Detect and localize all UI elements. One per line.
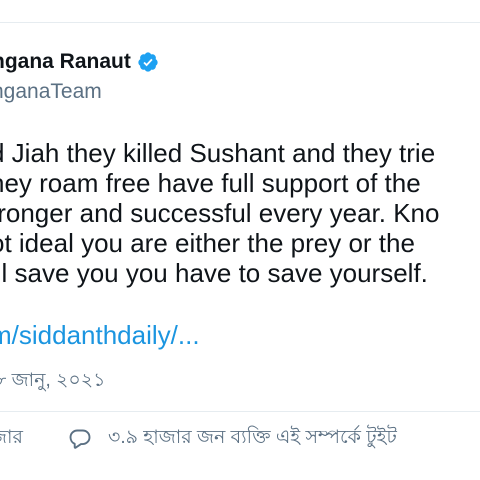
reply-bubble-icon[interactable] (68, 427, 92, 451)
tweet-text-line: tronger and successful every year. Kno (0, 198, 440, 228)
tweet-card: ngana Ranaut nganaTeam d Jiah they kille… (0, 0, 480, 480)
author-name-row[interactable]: ngana Ranaut (0, 50, 159, 74)
tweet-text-line: hey roam free have full support of the (0, 168, 421, 198)
like-count-label[interactable]: জার (0, 423, 40, 455)
tweet-link[interactable]: m/siddanthdaily/... (0, 320, 200, 350)
tweet-text-line: ill save you you have to save yourself. (0, 258, 428, 288)
divider (0, 411, 480, 412)
tweet-timestamp[interactable]: ৮ জানু, ২০২১ (0, 366, 105, 398)
tweet-text-line: d Jiah they killed Sushant and they trie (0, 138, 436, 168)
author-display-name[interactable]: ngana Ranaut (0, 50, 131, 74)
verified-badge-icon (138, 52, 158, 72)
reply-count-label[interactable]: ৩.৯ হাজার জন ব্যক্তি এই সম্পর্কে টুইট (108, 423, 397, 455)
tweet-text-line: ot ideal you are either the prey or the (0, 228, 415, 258)
author-handle[interactable]: nganaTeam (0, 80, 102, 104)
tweet-actions: জার ৩.৯ হাজার জন ব্যক্তি এই সম্পর্কে টুই… (0, 425, 397, 453)
top-border (0, 0, 480, 23)
tweet-text: d Jiah they killed Sushant and they trie… (0, 138, 439, 288)
